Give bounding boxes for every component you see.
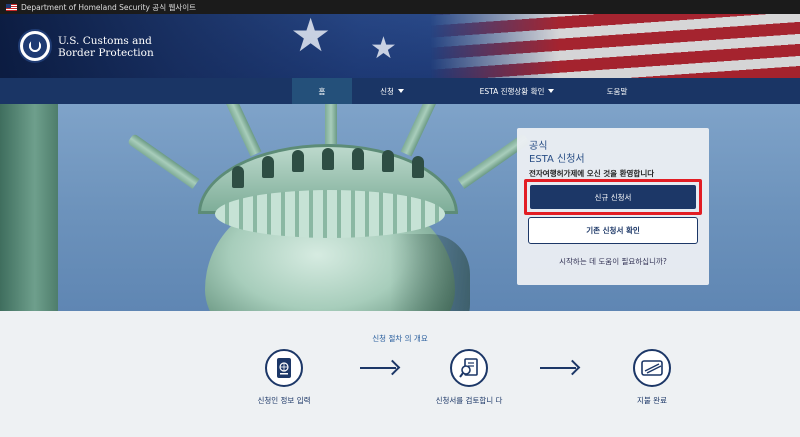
nav-item-label: ESTA 진행상황 확인 bbox=[479, 86, 545, 96]
nav-item-label: 홈 bbox=[318, 86, 326, 96]
chevron-down-icon bbox=[548, 89, 555, 93]
process-title: 신청 절차 의 개요 bbox=[372, 334, 428, 343]
panel-welcome-text: 전자여행허가제에 오신 것을 환영합니다 bbox=[529, 169, 655, 178]
nav-item-home[interactable]: 홈 bbox=[292, 78, 352, 104]
new-application-button[interactable]: 신규 신청서 bbox=[530, 185, 696, 209]
panel-title-esta: ESTA 신청서 bbox=[529, 154, 585, 165]
dhs-seal-logo[interactable] bbox=[18, 29, 52, 63]
crown-ray-decor bbox=[216, 104, 262, 157]
nav-item-label: 도움말 bbox=[606, 86, 628, 96]
crown-ray-decor bbox=[400, 104, 446, 157]
nav-item-check-status[interactable]: ESTA 진행상황 확인 bbox=[462, 78, 572, 104]
nav-item-apply[interactable]: 신청 bbox=[362, 78, 422, 104]
existing-application-button[interactable]: 기존 신청서 확인 bbox=[528, 217, 698, 244]
process-overview: 신청 절차 의 개요 신청인 정보 입력 신청서를 검토합니 다 지불 완료 bbox=[0, 311, 800, 437]
flag-star-decor: ★ bbox=[290, 14, 332, 62]
statue-shadow bbox=[390, 234, 470, 311]
statue-hair bbox=[215, 190, 445, 238]
nav-item-label: 신청 bbox=[380, 86, 394, 96]
site-header: ★ ★ U.S. Customs and Border Protection bbox=[0, 14, 800, 78]
esta-application-panel: 공식 ESTA 신청서 전자여행허가제에 오신 것을 환영합니다 신규 신청서 … bbox=[517, 128, 709, 285]
gov-banner-text: Department of Homeland Security 공식 웹사이트 bbox=[21, 2, 197, 12]
review-document-icon bbox=[450, 349, 488, 387]
credit-card-icon bbox=[633, 349, 671, 387]
flag-stripes-background bbox=[430, 14, 800, 78]
us-flag-icon bbox=[6, 3, 17, 11]
crown-window-decor bbox=[262, 156, 274, 178]
passport-icon bbox=[265, 349, 303, 387]
main-nav: 홈 신청 ESTA 진행상황 확인 도움말 bbox=[0, 78, 800, 104]
crown-ray-decor bbox=[127, 133, 200, 189]
gov-banner: Department of Homeland Security 공식 웹사이트 bbox=[0, 0, 800, 14]
step-label: 지불 완료 bbox=[637, 396, 667, 405]
nav-item-help[interactable]: 도움말 bbox=[592, 78, 642, 104]
chevron-down-icon bbox=[397, 89, 404, 93]
crown-window-decor bbox=[382, 150, 394, 172]
crown-window-decor bbox=[412, 156, 424, 178]
arrow-right-icon bbox=[540, 367, 576, 369]
crown-window-decor bbox=[352, 148, 364, 170]
agency-name-line2: Border Protection bbox=[58, 47, 154, 59]
highlight-box: 신규 신청서 bbox=[524, 179, 702, 215]
agency-name-line1: U.S. Customs and bbox=[58, 35, 152, 47]
crown-window-decor bbox=[292, 150, 304, 172]
step-label: 신청인 정보 입력 bbox=[257, 396, 311, 405]
step-label: 신청서를 검토합니 다 bbox=[435, 396, 503, 405]
statue-arm-decor bbox=[0, 104, 58, 311]
arrow-right-icon bbox=[360, 367, 396, 369]
help-link[interactable]: 시작하는 데 도움이 필요하십니까? bbox=[517, 256, 709, 267]
crown-window-decor bbox=[322, 148, 334, 170]
crown-ray-decor bbox=[325, 104, 337, 144]
crown-window-decor bbox=[232, 166, 244, 188]
flag-star-decor: ★ bbox=[370, 31, 397, 66]
agency-logo-text[interactable]: U.S. Customs and Border Protection bbox=[58, 35, 154, 59]
